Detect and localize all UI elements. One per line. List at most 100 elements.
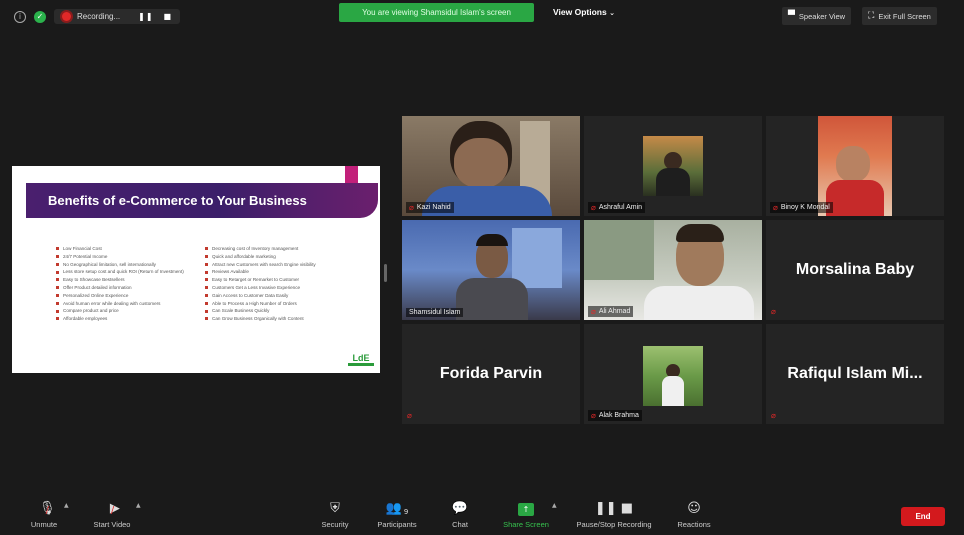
slide-bullet: 24/7 Potential Income xyxy=(56,254,186,259)
participant-name-tag: ⌀ Alak Brahma xyxy=(588,410,642,421)
participant-name: Ali Ahmad xyxy=(598,308,631,315)
participant-name-placeholder: Morsalina Baby xyxy=(795,261,915,278)
slide-bullet: Quick and affordable marketing xyxy=(205,254,340,259)
participant-tile[interactable]: Forida Parvin ⌀ xyxy=(402,324,580,424)
participant-tile[interactable]: ⌀ Binoy K Mondal xyxy=(766,116,944,216)
participant-name-tag: Shamsidul Islam xyxy=(406,308,464,317)
participant-name: Kazi Nahid xyxy=(416,204,451,211)
background-plant xyxy=(584,220,654,280)
slide-bullet: Low Financial Cost xyxy=(56,246,186,251)
participant-name: Alak Brahma xyxy=(598,412,639,419)
view-options-label: View Options xyxy=(553,7,607,17)
meeting-status-group: i ✓ Recording... ❚❚ ■ xyxy=(14,9,181,24)
slide-logo-text: LdE xyxy=(352,353,370,363)
mic-muted-icon: ⌀ xyxy=(591,203,596,212)
participant-name: Shamsidul Islam xyxy=(409,309,461,316)
slide-logo: LdE xyxy=(346,350,376,368)
participants-count: 9 xyxy=(403,508,409,516)
pause-stop-recording-icon: ❚❚ ■ xyxy=(594,501,634,516)
participant-tile[interactable]: Morsalina Baby ⌀ xyxy=(766,220,944,320)
participant-hair xyxy=(676,224,724,242)
participant-name-placeholder: Rafiqul Islam Mi... xyxy=(787,365,923,382)
start-video-button[interactable]: ▶ / Start Video xyxy=(72,496,152,529)
recording-label: Recording... xyxy=(77,12,121,21)
participant-tile[interactable]: ⌀ Kazi Nahid xyxy=(402,116,580,216)
participant-shirt xyxy=(826,180,884,216)
participant-name: Ashraful Amin xyxy=(598,204,643,211)
mic-muted-icon: ⌀ xyxy=(771,307,776,316)
exit-full-screen-icon: ⛶ xyxy=(868,11,875,21)
speaker-view-button[interactable]: ▀ Speaker View xyxy=(782,7,852,25)
end-meeting-button[interactable]: End xyxy=(901,507,945,526)
participant-face xyxy=(836,146,870,182)
participant-name-tag: ⌀ Ali Ahmad xyxy=(588,306,634,317)
slide-bullet: Can Grow Business Organically with Conte… xyxy=(205,316,340,321)
slide-bullet: Decreasing cost of Inventory management xyxy=(205,246,340,251)
participant-tile[interactable]: Rafiqul Islam Mi... ⌀ xyxy=(766,324,944,424)
share-screen-label: Share Screen xyxy=(503,520,549,529)
participant-tile[interactable]: ⌀ Alak Brahma xyxy=(584,324,762,424)
recording-dot-icon xyxy=(62,12,71,21)
start-video-label: Start Video xyxy=(93,520,131,529)
shared-screen-view: Benefits of e-Commerce to Your Business … xyxy=(12,166,380,373)
stop-recording-icon[interactable]: ■ xyxy=(164,12,173,21)
participant-shirt xyxy=(644,286,754,320)
participant-name: Binoy K Mondal xyxy=(780,204,830,211)
mic-muted-icon: ⌀ xyxy=(409,203,414,212)
video-options-caret-icon[interactable]: ▲ xyxy=(136,502,141,509)
slide-bullet: No Geographical limitation, sell interna… xyxy=(56,262,186,267)
slide-bullet: Gain Access to Customer Data Easily xyxy=(205,293,340,298)
slide-title: Benefits of e-Commerce to Your Business xyxy=(48,193,307,208)
meeting-info-icon[interactable]: i xyxy=(14,10,26,23)
viewing-screen-banner: You are viewing Shamsidul Islam's screen xyxy=(339,3,534,22)
slide-bullet: Easy to Retarget or Remarket to Customer xyxy=(205,277,340,282)
mic-muted-icon: ⌀ xyxy=(771,411,776,420)
speaker-view-icon: ▀ xyxy=(788,11,795,21)
slide-bullet: Personalized Online Experience xyxy=(56,293,186,298)
participant-name-tag: ⌀ Kazi Nahid xyxy=(406,202,454,213)
share-screen-button[interactable]: ↑ Share Screen xyxy=(486,496,566,529)
slide-bullet: Easy to Showcase Bestsellers xyxy=(56,277,186,282)
view-options-menu[interactable]: View Options ⌄ xyxy=(553,7,615,17)
recording-indicator: Recording... ❚❚ ■ xyxy=(54,9,181,24)
mic-muted-icon: ⌀ xyxy=(591,307,596,316)
speaker-view-label: Speaker View xyxy=(798,11,846,21)
exit-full-screen-button[interactable]: ⛶ Exit Full Screen xyxy=(862,7,937,25)
participant-name-placeholder: Forida Parvin xyxy=(439,365,543,382)
slide-bullet: Reviews Available xyxy=(205,269,340,274)
slide-bullet: Offer Product detailed information xyxy=(56,285,186,290)
participant-shirt xyxy=(656,168,690,196)
participant-shirt xyxy=(456,278,528,320)
pause-recording-icon[interactable]: ❚❚ xyxy=(138,12,153,21)
encryption-shield-icon[interactable]: ✓ xyxy=(34,10,46,23)
audio-options-caret-icon[interactable]: ▲ xyxy=(64,502,69,509)
chevron-down-icon: ⌄ xyxy=(609,9,615,17)
slide-bullet: Compare product and price xyxy=(56,308,186,313)
reactions-label: Reactions xyxy=(677,520,711,529)
slide-bullet: Able to Process a High Number of Orders xyxy=(205,301,340,306)
slide-bullets-left: Low Financial Cost 24/7 Potential Income… xyxy=(56,246,186,324)
meeting-toolbar: 🎙 / Unmute ▲ ▶ / Start Video ▲ ⛨ Security … xyxy=(0,496,964,535)
participant-hair xyxy=(476,234,508,246)
pause-recording-label: Pause/Stop Recording xyxy=(576,520,652,529)
slide-bullet: Attract new Customers with search Engine… xyxy=(205,262,340,267)
smiley-add-icon: ☺ xyxy=(687,501,701,516)
split-view-resize-handle[interactable] xyxy=(384,264,387,282)
slide-bullets-right: Decreasing cost of Inventory management … xyxy=(205,246,340,324)
participant-shirt xyxy=(662,376,684,406)
participant-tile-active-speaker[interactable]: Shamsidul Islam xyxy=(402,220,580,320)
participant-name-tag: ⌀ Binoy K Mondal xyxy=(770,202,833,213)
participant-tile[interactable]: ⌀ Ashraful Amin xyxy=(584,116,762,216)
reactions-button[interactable]: ☺ Reactions xyxy=(654,496,734,529)
slide-bullet: Avoid human error while dealing with cus… xyxy=(56,301,186,306)
pause-stop-recording-button[interactable]: ❚❚ ■ Pause/Stop Recording xyxy=(574,496,654,529)
slide-bullet: Less store setup cost and quick ROI (Ret… xyxy=(56,269,186,274)
slide-bullet: Can Scale Business Quickly xyxy=(205,308,340,313)
slide-logo-bar xyxy=(348,363,374,366)
slide-bullet: Affordable employees xyxy=(56,316,186,321)
participant-tile[interactable]: ⌀ Ali Ahmad xyxy=(584,220,762,320)
slide-bullet: Customers Get a Less Invasive Experience xyxy=(205,285,340,290)
top-bar: i ✓ Recording... ❚❚ ■ You are viewing Sh… xyxy=(0,0,964,30)
mic-muted-icon: ⌀ xyxy=(407,411,412,420)
share-options-caret-icon[interactable]: ▲ xyxy=(552,502,557,509)
